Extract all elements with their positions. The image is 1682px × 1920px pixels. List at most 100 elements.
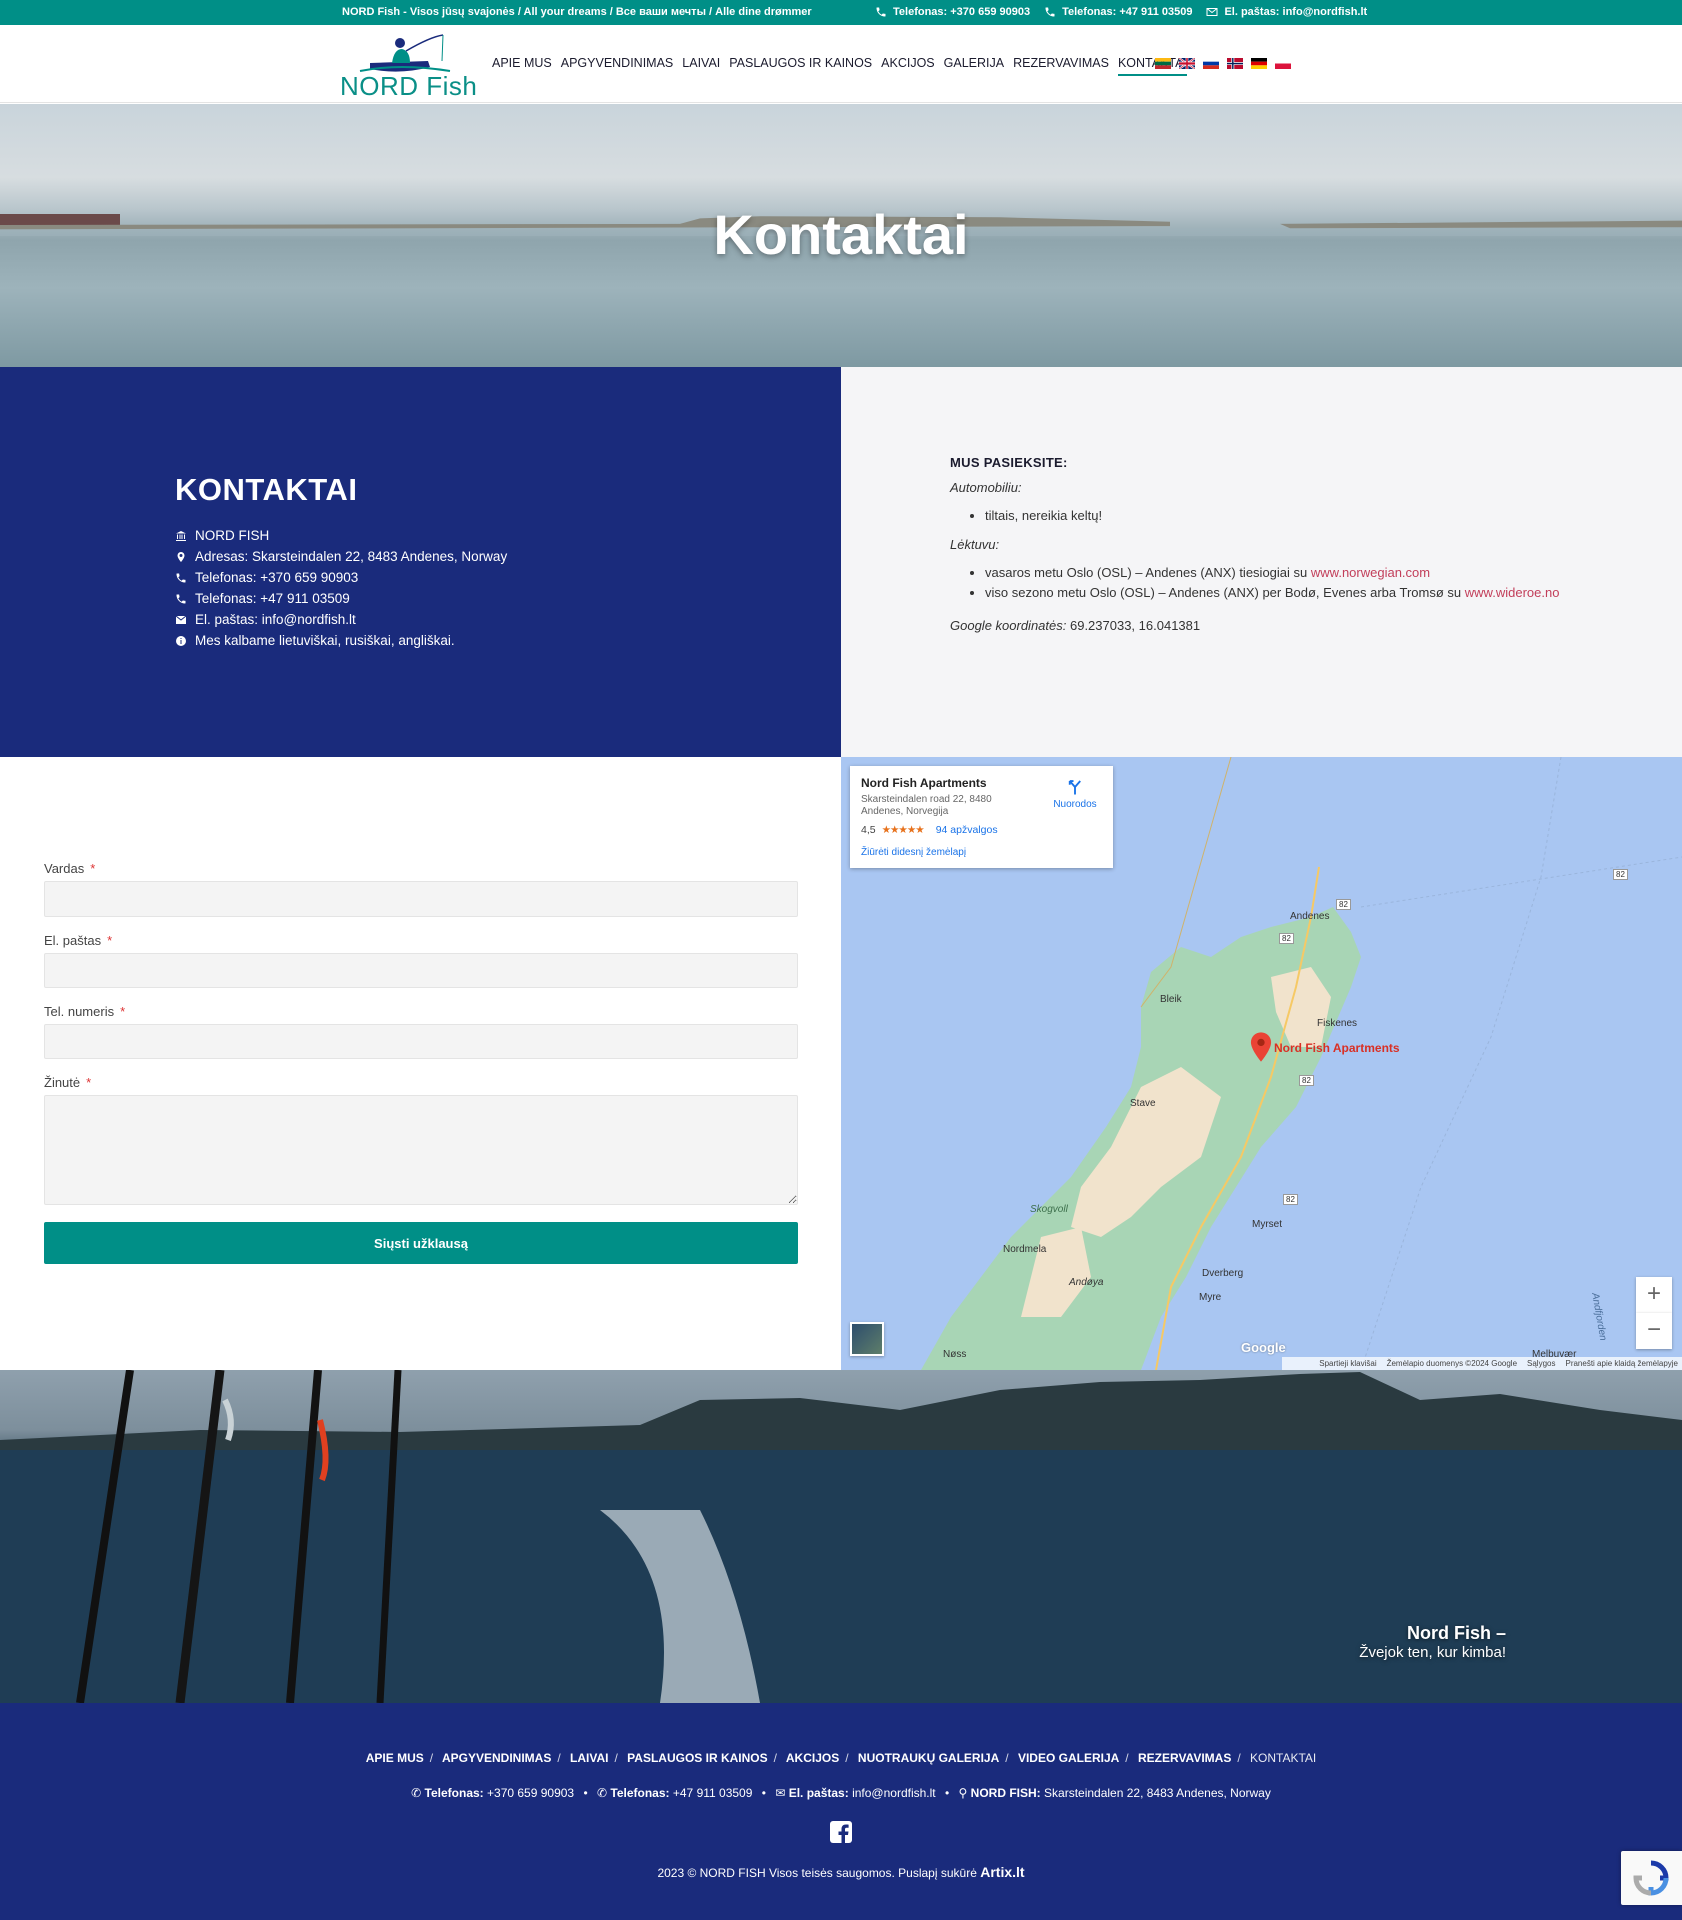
top-bar-phone-2[interactable]: Telefonas: +47 911 03509: [1044, 6, 1192, 18]
footer-nav-apie-mus[interactable]: APIE MUS: [366, 1751, 424, 1765]
phone-icon: [1045, 7, 1055, 17]
map-pin-icon[interactable]: [1250, 1032, 1272, 1062]
terms-link[interactable]: Sąlygos: [1527, 1359, 1555, 1368]
logo-text: NORD Fish: [340, 71, 478, 101]
place-label: Bleik: [1160, 994, 1182, 1005]
phone-icon: [176, 573, 186, 582]
top-bar-phone-1-text: Telefonas: +370 659 90903: [893, 6, 1031, 18]
footer-contacts: ✆ Telefonas: +370 659 90903 • ✆ Telefona…: [0, 1786, 1682, 1800]
recaptcha-badge[interactable]: [1621, 1851, 1682, 1905]
fishing-banner: Nord Fish – Žvejok ten, kur kimba!: [0, 1370, 1682, 1703]
footer-nav-separator: /: [845, 1751, 849, 1765]
nav-rezervavimas[interactable]: REZERVAVIMAS: [1013, 56, 1109, 76]
banner-slogan-line-2: Žvejok ten, kur kimba!: [1359, 1644, 1506, 1661]
top-bar-email-text: El. paštas: info@nordfish.lt: [1224, 6, 1368, 18]
de-flag-icon[interactable]: [1251, 58, 1267, 69]
zoom-in-button[interactable]: +: [1636, 1277, 1672, 1313]
message-label: Žinutė *: [44, 1075, 91, 1090]
footer-nav-video-galerija[interactable]: VIDEO GALERIJA: [1018, 1751, 1119, 1765]
banner-slogan-line-1: Nord Fish –: [1406, 1623, 1506, 1643]
nav-paslaugos[interactable]: PASLAUGOS IR KAINOS: [729, 56, 872, 76]
phone-icon: ✆: [411, 1786, 422, 1800]
footer-nav-rezervavimas[interactable]: REZERVAVIMAS: [1138, 1751, 1231, 1765]
footer-email-value[interactable]: info@nordfish.lt: [852, 1786, 936, 1800]
nav-akcijos[interactable]: AKCIJOS: [881, 56, 935, 76]
top-bar-email[interactable]: El. paštas: info@nordfish.lt: [1206, 6, 1367, 18]
keyboard-shortcuts-link[interactable]: Spartieji klavišai: [1319, 1359, 1376, 1368]
footer-email-label: El. paštas:: [788, 1786, 849, 1800]
report-error-link[interactable]: Pranešti apie klaidą žemėlapyje: [1565, 1359, 1678, 1368]
view-larger-map-link[interactable]: Žiūrėti didesnį žemėlapį: [861, 847, 966, 858]
nav-laivai[interactable]: LAIVAI: [682, 56, 720, 76]
map-data-credit: Žemėlapio duomenys ©2024 Google: [1386, 1359, 1518, 1368]
place-label: Andøya: [1069, 1277, 1104, 1288]
phone-icon: [176, 594, 186, 603]
phone-input[interactable]: [44, 1024, 798, 1059]
name-input[interactable]: [44, 881, 798, 917]
top-bar-phone-1[interactable]: Telefonas: +370 659 90903: [875, 6, 1030, 18]
by-car-list: tiltais, nereikia keltų!: [985, 508, 1650, 523]
name-label-text: Vardas: [44, 861, 85, 876]
contact-item-text: El. paštas: info@nordfish.lt: [195, 612, 356, 627]
ru-flag-icon[interactable]: [1203, 58, 1219, 69]
footer-phone-1-label: Telefonas:: [424, 1786, 484, 1800]
nav-apgyvendinimas[interactable]: APGYVENDINIMAS: [561, 56, 674, 76]
author-link[interactable]: Artix.lt: [980, 1864, 1024, 1880]
footer-phone-1-value[interactable]: +370 659 90903: [487, 1786, 574, 1800]
reviews-link[interactable]: 94 apžvalgos: [936, 824, 998, 836]
nav-galerija[interactable]: GALERIJA: [944, 56, 1004, 76]
main-nav: APIE MUS APGYVENDINIMAS LAIVAI PASLAUGOS…: [492, 56, 1187, 76]
road-label: 82: [1283, 1194, 1298, 1205]
satellite-toggle[interactable]: [850, 1322, 884, 1356]
copyright: 2023 © NORD FISH Visos teisės saugomos. …: [0, 1864, 1682, 1880]
directions-icon: [1068, 780, 1081, 795]
footer-nav-kontaktai[interactable]: KONTAKTAI: [1250, 1751, 1316, 1765]
footer-company-label: NORD FISH:: [970, 1786, 1041, 1800]
map-marker-icon: [177, 551, 185, 562]
required-mark: *: [86, 1075, 92, 1090]
norwegian-link[interactable]: www.norwegian.com: [1311, 565, 1430, 580]
by-car-item: tiltais, nereikia keltų!: [985, 508, 1650, 523]
place-label: Myrset: [1252, 1219, 1282, 1230]
envelope-icon: [1206, 8, 1218, 16]
contact-item-text: Telefonas: +370 659 90903: [195, 570, 359, 585]
directions-heading: MUS PASIEKSITE:: [950, 455, 1068, 470]
zoom-out-button[interactable]: −: [1636, 1313, 1672, 1349]
submit-button[interactable]: Siųsti užklausą: [44, 1222, 798, 1264]
site-footer: APIE MUS / APGYVENDINIMAS / LAIVAI / PASLAU…: [0, 1703, 1682, 1920]
email-label: El. paštas *: [44, 933, 112, 948]
wideroe-link[interactable]: www.wideroe.no: [1465, 585, 1560, 600]
site-logo[interactable]: NORD Fish: [340, 31, 477, 101]
contact-item-phone-2[interactable]: Telefonas: +47 911 03509: [175, 588, 507, 609]
by-car-label: Automobiliu:: [950, 480, 1022, 495]
nav-apie-mus[interactable]: APIE MUS: [492, 56, 552, 76]
lt-flag-icon[interactable]: [1155, 58, 1171, 69]
message-textarea[interactable]: [44, 1095, 798, 1205]
map-footer: Spartieji klavišai Žemėlapio duomenys ©2…: [1282, 1357, 1682, 1370]
facebook-icon[interactable]: [829, 1820, 853, 1844]
email-input[interactable]: [44, 953, 798, 988]
contact-item-phone-1[interactable]: Telefonas: +370 659 90903: [175, 567, 507, 588]
required-mark: *: [90, 861, 96, 876]
contact-item-email[interactable]: El. paštas: info@nordfish.lt: [175, 609, 507, 630]
no-flag-icon[interactable]: [1227, 58, 1243, 69]
coords-label: Google koordinatės:: [950, 618, 1067, 633]
by-plane-item-1-text: vasaros metu Oslo (OSL) – Andenes (ANX) …: [985, 565, 1308, 580]
footer-nav-nuotrauku-galerija[interactable]: NUOTRAUKŲ GALERIJA: [858, 1751, 999, 1765]
google-map[interactable]: Nord Fish Apartments Skarsteindalen road…: [841, 757, 1682, 1370]
footer-bullet: •: [761, 1786, 766, 1800]
pl-flag-icon[interactable]: [1275, 58, 1291, 69]
footer-nav-separator: /: [773, 1751, 777, 1765]
google-coordinates: Google koordinatės: 69.237033, 16.041381: [950, 618, 1650, 633]
place-label: Stave: [1130, 1098, 1156, 1109]
footer-phone-2-value[interactable]: +47 911 03509: [673, 1786, 753, 1800]
by-plane-label: Lėktuvu:: [950, 537, 1000, 552]
place-label: Nordmela: [1003, 1244, 1047, 1255]
phone-icon: [876, 7, 886, 17]
en-flag-icon[interactable]: [1179, 58, 1195, 69]
footer-nav-paslaugos[interactable]: PASLAUGOS IR KAINOS: [627, 1751, 767, 1765]
footer-nav-laivai[interactable]: LAIVAI: [570, 1751, 608, 1765]
footer-nav-akcijos[interactable]: AKCIJOS: [786, 1751, 839, 1765]
footer-nav-apgyvendinimas[interactable]: APGYVENDINIMAS: [442, 1751, 551, 1765]
directions-button[interactable]: Nuorodos: [1050, 778, 1100, 810]
